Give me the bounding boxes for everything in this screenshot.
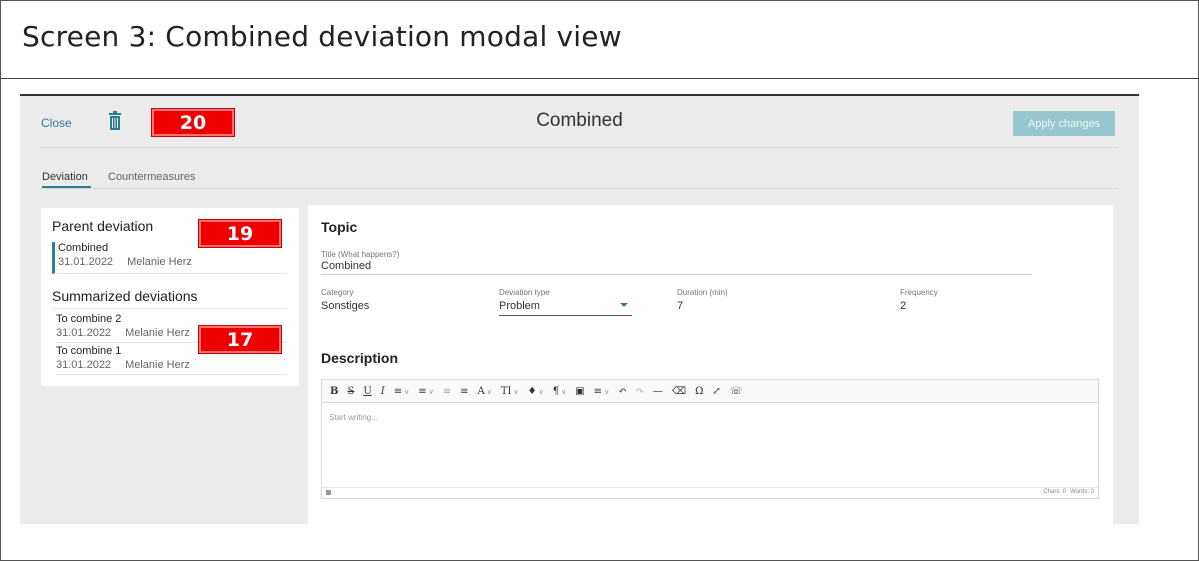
bold-button[interactable]: B <box>330 386 338 397</box>
deviation-date: 31.01.2022 <box>56 359 112 371</box>
title-divider <box>1 78 1198 79</box>
deviation-author: Melanie Herz <box>125 327 190 339</box>
deviation-title: To combine 2 <box>56 313 122 325</box>
annotation-badge-19: 19 <box>199 220 281 247</box>
header-divider <box>40 147 1118 148</box>
comment-icon[interactable]: ☏ <box>730 386 743 397</box>
modal-screenshot: Close Combined Apply changes Deviation C… <box>20 94 1139 524</box>
special-char-icon[interactable]: Ω <box>695 386 703 397</box>
category-field[interactable]: Sonstiges <box>321 300 369 312</box>
align-button[interactable]: ≡ ∨ <box>594 386 610 397</box>
description-heading: Description <box>321 350 399 366</box>
bulleted-list-button[interactable]: ≡ ∨ <box>394 386 410 397</box>
indent-button[interactable]: ≡ <box>460 386 468 397</box>
deviation-author: Melanie Herz <box>125 359 190 371</box>
undo-icon[interactable]: ↶ <box>618 386 626 397</box>
chevron-down-icon[interactable] <box>620 303 628 307</box>
fullscreen-icon[interactable]: ⤢ <box>712 386 720 397</box>
deviation-type-label: Deviation type <box>499 288 550 297</box>
parent-deviation-date: 31.01.2022 <box>58 256 114 268</box>
numbered-list-button[interactable]: ≡ ∨ <box>418 386 434 397</box>
paragraph-button[interactable]: ¶ ∨ <box>553 386 567 397</box>
deviation-type-select[interactable]: Problem <box>499 300 540 312</box>
title-label: Title (What happens?) <box>321 250 400 259</box>
italic-button[interactable]: I <box>381 386 385 397</box>
tab-deviation[interactable]: Deviation <box>42 171 88 183</box>
deviation-date: 31.01.2022 <box>56 327 112 339</box>
annotation-badge-17: 17 <box>199 326 281 353</box>
title-field[interactable]: Combined <box>321 260 371 272</box>
summarized-deviations-heading: Summarized deviations <box>52 288 198 304</box>
parent-deviation-heading: Parent deviation <box>52 218 154 234</box>
deviation-detail-panel: Topic Title (What happens?) Combined Cat… <box>308 205 1113 524</box>
parent-deviation-author: Melanie Herz <box>127 256 192 268</box>
word-count: Words: 0 <box>1070 489 1094 495</box>
annotation-badge-20: 20 <box>152 109 234 136</box>
image-icon[interactable]: ▣ <box>575 386 584 397</box>
editor-footer: Chars: 0 Words: 0 <box>322 487 1098 498</box>
category-label: Category <box>321 288 354 297</box>
editor-placeholder: Start writing... <box>329 413 378 422</box>
underline-button[interactable]: U <box>363 386 371 397</box>
slide-title: Screen 3: Combined deviation modal view <box>22 20 622 53</box>
char-count: Chars: 0 <box>1043 489 1067 495</box>
title-field-underline <box>321 274 1032 275</box>
duration-field[interactable]: 7 <box>677 300 683 312</box>
outdent-button[interactable]: ≡ <box>443 386 451 397</box>
tab-countermeasures[interactable]: Countermeasures <box>108 171 195 183</box>
strikethrough-button[interactable]: S <box>347 386 354 397</box>
eraser-icon[interactable]: ⌫ <box>672 386 686 397</box>
tabs-divider <box>40 188 1118 189</box>
deviation-type-underline <box>499 315 632 316</box>
horizontal-rule-icon[interactable]: — <box>653 386 663 397</box>
editor-toolbar: B S U I ≡ ∨ ≡ ∨ ≡ ≡ A ∨ TI ∨ ♦ ∨ ¶ ∨ ▣ ≡ ∨ ↶ ↷ … <box>322 380 1098 403</box>
font-size-button[interactable]: TI ∨ <box>501 386 519 397</box>
active-tab-indicator <box>42 186 91 188</box>
topic-heading: Topic <box>321 219 358 235</box>
redo-icon[interactable]: ↷ <box>636 386 644 397</box>
resize-handle-icon[interactable] <box>326 490 331 495</box>
apply-changes-button[interactable]: Apply changes <box>1013 111 1115 136</box>
font-color-button[interactable]: A ∨ <box>478 386 492 397</box>
duration-label: Duration (min) <box>677 288 728 297</box>
summarized-divider <box>52 308 287 309</box>
highlight-button[interactable]: ♦ ∨ <box>528 386 544 397</box>
description-editor[interactable]: B S U I ≡ ∨ ≡ ∨ ≡ ≡ A ∨ TI ∨ ♦ ∨ ¶ ∨ ▣ ≡ ∨ ↶ ↷ … <box>321 379 1099 499</box>
frequency-field[interactable]: 2 <box>900 300 906 312</box>
frequency-label: Frequency <box>900 288 938 297</box>
